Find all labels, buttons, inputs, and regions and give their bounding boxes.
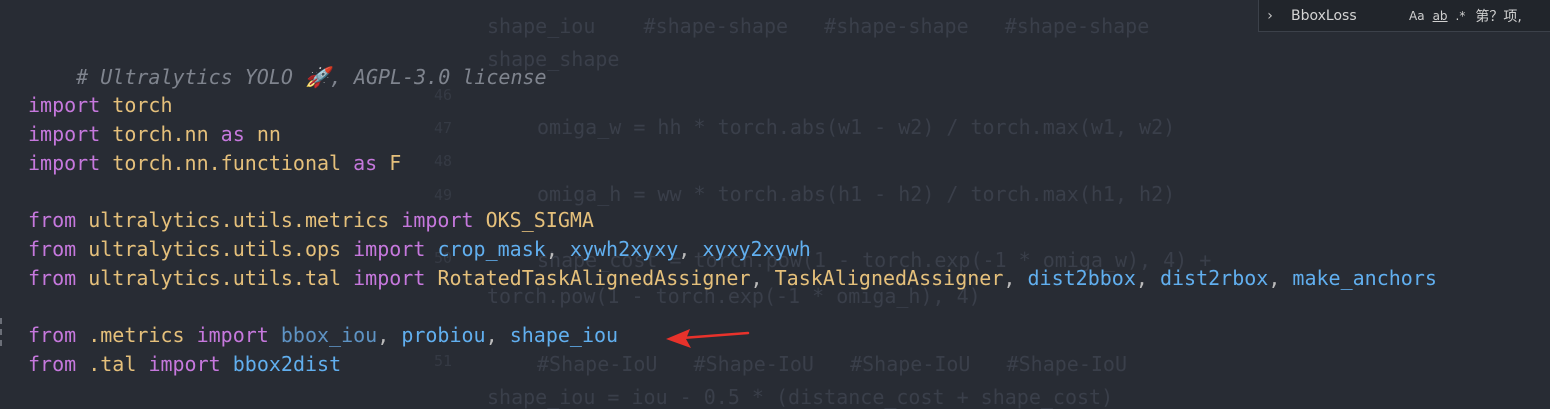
imported-name: dist2rbox [1159,265,1269,290]
gutter-change-marker [0,318,5,346]
keyword: from [28,208,77,233]
imported-name: crop_mask [437,236,546,261]
comma: , [1135,265,1160,290]
match-count: 第？项, [1475,8,1522,25]
alias: F [389,150,402,175]
find-widget: › BboxLoss Aa ab .* 第？项, [1258,0,1550,32]
alias: nn [256,122,281,147]
keyword: import [28,122,101,147]
regex-toggle[interactable]: .* [1456,9,1466,23]
keyword: from [28,265,77,290]
module-name: torch.nn.functional [112,150,342,175]
comma: , [1268,265,1293,290]
keyword: import [353,236,426,261]
module-name: .metrics [88,322,185,347]
ghost-line: shape_iou = iou - 0.5 * (distance_cost +… [487,385,1114,409]
comma: , [1003,265,1028,290]
imported-name: xyxy2xywh [702,236,811,261]
code-line: import torch [28,91,1437,120]
module-name: torch [112,93,173,118]
chevron-right-icon[interactable]: › [1259,8,1281,24]
imported-name: OKS_SIGMA [485,208,594,233]
keyword: from [28,236,77,261]
module-name: .tal [88,351,137,376]
module-name: torch.nn [112,122,209,147]
code-line: from ultralytics.utils.ops import crop_m… [28,235,1437,264]
code-line: import torch.nn as nn [28,120,1437,149]
module-name: ultralytics.utils.tal [88,265,342,290]
comma: , [485,322,510,347]
code-line: from ultralytics.utils.tal import Rotate… [28,264,1437,293]
imported-name: bbox_iou [280,322,378,347]
code-line: import torch.nn.functional as F [28,149,1437,178]
module-name: ultralytics.utils.metrics [88,208,390,233]
license-comment: # Ultralytics YOLO 🚀, AGPL-3.0 license [76,64,547,89]
keyword: import [401,208,474,233]
imported-name: xywh2xyxy [569,236,679,261]
keyword: as [353,150,378,175]
imported-name: shape_iou [509,322,619,347]
keyword: from [28,322,77,347]
comma: , [678,236,703,261]
keyword: from [28,351,77,376]
keyword: as [220,122,245,147]
imported-name: RotatedTaskAlignedAssigner [437,265,751,290]
keyword: import [28,150,101,175]
code-line: # Ultralytics YOLO 🚀, AGPL-3.0 license [28,34,1437,89]
red-arrow-icon [666,329,750,348]
find-input[interactable]: BboxLoss [1281,8,1401,24]
imported-name: make_anchors [1292,265,1437,290]
keyword: import [353,265,426,290]
keyword: import [196,322,269,347]
module-name: ultralytics.utils.ops [88,236,342,261]
match-case-toggle[interactable]: Aa [1409,9,1425,23]
whole-word-toggle[interactable]: ab [1433,9,1448,23]
imported-name: bbox2dist [232,351,342,376]
imported-name: probiou [401,322,486,347]
comma: , [750,265,775,290]
comma: , [545,236,570,261]
comma: , [377,322,402,347]
keyword: import [148,351,221,376]
code-line: from ultralytics.utils.metrics import OK… [28,206,1437,235]
imported-name: dist2bbox [1027,265,1136,290]
imported-name: TaskAlignedAssigner [774,265,1004,290]
keyword: import [28,93,101,118]
